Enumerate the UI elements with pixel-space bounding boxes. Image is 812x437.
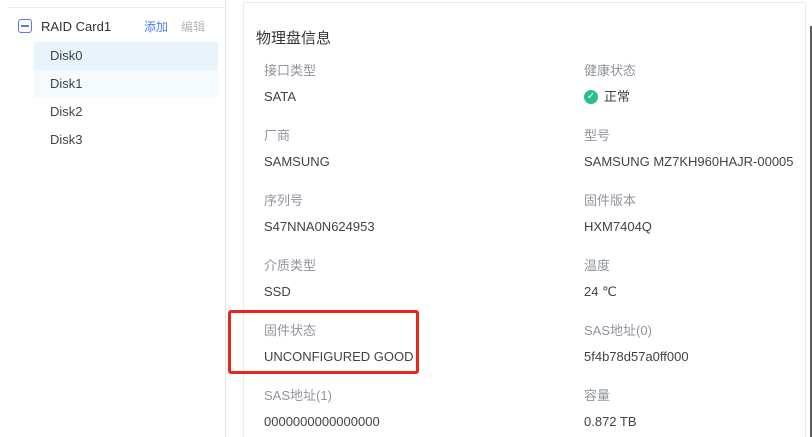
field-temperature: 温度 24 ℃ (584, 257, 795, 301)
physical-disk-panel: 物理盘信息 接口类型 SATA 健康状态 正常 厂商 SAMSUNG 型号 SA… (243, 2, 806, 437)
field-value: 5f4b78d57a0ff000 (584, 348, 795, 366)
field-sas-address-0: SAS地址(0) 5f4b78d57a0ff000 (584, 322, 795, 366)
field-value: 正常 (604, 88, 630, 106)
field-value: SSD (264, 283, 584, 301)
collapse-minus-square-icon[interactable] (18, 19, 32, 33)
health-status-value: 正常 (584, 88, 795, 106)
field-model: 型号 SAMSUNG MZ7KH960HAJR-00005 (584, 127, 795, 171)
field-label: 型号 (584, 127, 795, 145)
field-label: SAS地址(0) (584, 322, 795, 340)
field-firmware-version: 固件版本 HXM7404Q (584, 192, 795, 236)
field-label: SAS地址(1) (264, 387, 584, 405)
sidebar-item-disk3[interactable]: Disk3 (34, 126, 218, 154)
disk-list: Disk0 Disk1 Disk2 Disk3 (34, 42, 218, 154)
field-label: 健康状态 (584, 62, 795, 80)
field-value: HXM7404Q (584, 218, 795, 236)
field-value: SATA (264, 88, 584, 106)
field-value: 24 ℃ (584, 283, 795, 301)
field-value: SAMSUNG (264, 153, 584, 171)
field-label: 介质类型 (264, 257, 584, 275)
field-capacity: 容量 0.872 TB (584, 387, 795, 431)
edit-link[interactable]: 编辑 (181, 18, 205, 35)
field-label: 温度 (584, 257, 795, 275)
raid-card-label: RAID Card1 (41, 19, 144, 34)
add-link[interactable]: 添加 (144, 18, 168, 35)
field-label: 固件状态 (264, 322, 584, 340)
field-label: 固件版本 (584, 192, 795, 210)
field-firmware-state: 固件状态 UNCONFIGURED GOOD (264, 322, 584, 366)
field-value: SAMSUNG MZ7KH960HAJR-00005 (584, 153, 795, 171)
check-circle-icon (584, 90, 598, 104)
sidebar-item-disk0[interactable]: Disk0 (34, 42, 218, 70)
raid-card-row[interactable]: RAID Card1 添加 编辑 (18, 12, 205, 40)
field-value: UNCONFIGURED GOOD (264, 348, 584, 366)
field-label: 接口类型 (264, 62, 584, 80)
page-title: 物理盘信息 (256, 27, 805, 48)
field-label: 厂商 (264, 127, 584, 145)
physical-disk-page: RAID Card1 添加 编辑 Disk0 Disk1 Disk2 Disk3… (0, 0, 812, 437)
field-label: 容量 (584, 387, 795, 405)
sidebar-item-disk1[interactable]: Disk1 (34, 70, 218, 98)
sidebar-item-disk2[interactable]: Disk2 (34, 98, 218, 126)
raid-card-actions: 添加 编辑 (144, 18, 205, 35)
field-media-type: 介质类型 SSD (264, 257, 584, 301)
disk-info-grid: 接口类型 SATA 健康状态 正常 厂商 SAMSUNG 型号 SAMSUNG … (244, 62, 805, 437)
field-value: 0000000000000000 (264, 413, 584, 431)
field-interface-type: 接口类型 SATA (264, 62, 584, 106)
field-value: S47NNA0N624953 (264, 218, 584, 236)
field-sas-address-1: SAS地址(1) 0000000000000000 (264, 387, 584, 431)
field-label: 序列号 (264, 192, 584, 210)
field-health-status: 健康状态 正常 (584, 62, 795, 106)
field-value: 0.872 TB (584, 413, 795, 431)
raid-tree-sidebar: RAID Card1 添加 编辑 Disk0 Disk1 Disk2 Disk3 (0, 0, 226, 437)
field-serial-number: 序列号 S47NNA0N624953 (264, 192, 584, 236)
field-vendor: 厂商 SAMSUNG (264, 127, 584, 171)
